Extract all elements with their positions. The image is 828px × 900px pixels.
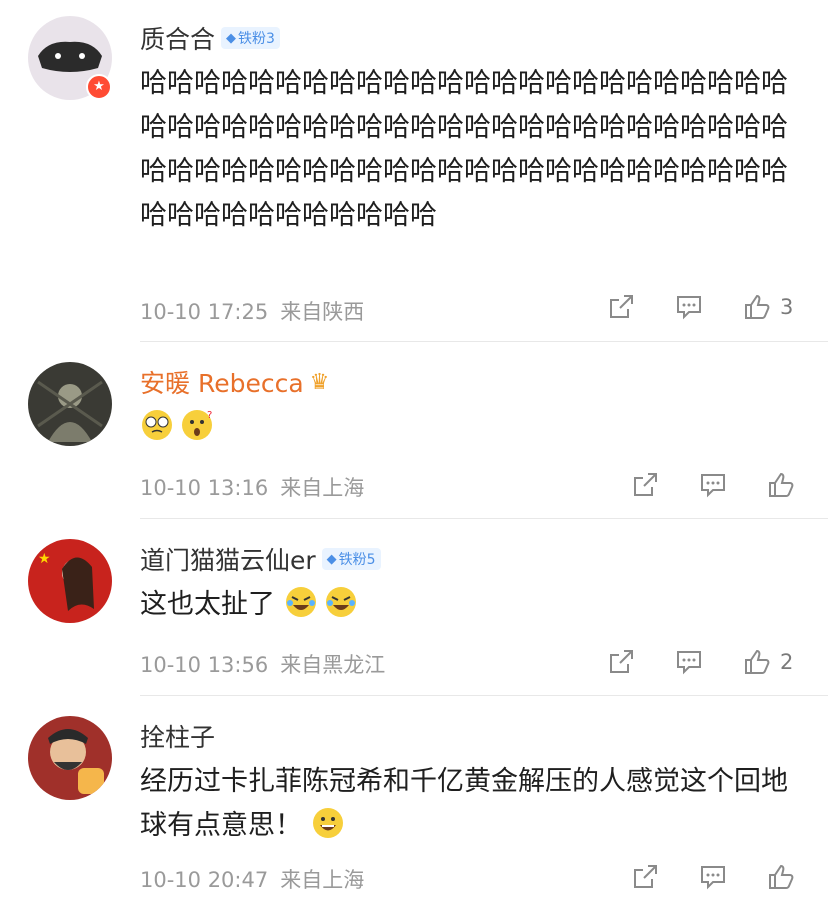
avatar[interactable]: ★ [28, 539, 112, 623]
avatar[interactable] [28, 362, 112, 446]
comment-location: 来自上海 [280, 476, 365, 500]
thumbs-up-icon [769, 472, 794, 497]
comment-button[interactable] [698, 470, 728, 500]
comment-item: 拴柱子 经历过卡扎菲陈冠希和千亿黄金解压的人感觉这个回地球有点意思！ 10-10… [0, 696, 828, 900]
share-icon [610, 650, 633, 673]
comment-icon [677, 296, 701, 320]
comment-time: 10-10 13:56 [140, 653, 269, 677]
svg-text:?: ? [207, 410, 212, 421]
comment-icon [677, 651, 701, 675]
thumbs-up-icon [769, 864, 794, 889]
like-button[interactable]: 2 [742, 647, 793, 677]
comment-icon [701, 474, 725, 498]
share-icon [610, 295, 633, 318]
username[interactable]: 拴柱子 [140, 718, 215, 754]
comment-time: 10-10 17:25 [140, 300, 269, 324]
comment-location: 来自黑龙江 [280, 653, 386, 677]
username[interactable]: 道门猫猫云仙er [140, 541, 316, 577]
comment-item: 安暖 Rebecca ♛ ? 10-10 13:16 来自上海 [0, 342, 828, 518]
like-button[interactable] [766, 470, 796, 500]
comment-text: ? [140, 406, 790, 450]
comment-text: 这也太扯了 [140, 583, 790, 627]
verified-badge-icon: ★ [86, 74, 112, 100]
username[interactable]: 质合合 [140, 20, 215, 56]
share-button[interactable] [630, 862, 660, 892]
svg-text:★: ★ [38, 551, 51, 567]
comment-icon [701, 866, 725, 890]
like-count: 2 [780, 650, 794, 674]
comment-location: 来自陕西 [280, 300, 365, 324]
share-icon [634, 865, 657, 888]
share-button[interactable] [606, 292, 636, 322]
crying-laugh-icon [285, 587, 316, 617]
like-count: 3 [780, 295, 794, 319]
fan-badge: ◆ 铁粉5 [321, 548, 381, 570]
diamond-icon: ◆ [226, 30, 237, 46]
comment-button[interactable] [674, 647, 704, 677]
thumbs-up-icon [745, 294, 770, 319]
dizzy-face-icon [142, 410, 172, 440]
username[interactable]: 安暖 Rebecca [140, 364, 304, 400]
comment-time: 10-10 20:47 [140, 868, 269, 892]
share-icon [634, 473, 657, 496]
confused-face-icon: ? [182, 410, 212, 440]
comment-button[interactable] [698, 862, 728, 892]
avatar[interactable] [28, 716, 112, 800]
share-button[interactable] [630, 470, 660, 500]
comment-time: 10-10 13:16 [140, 476, 269, 500]
grin-face-icon [312, 808, 343, 838]
crying-laugh-icon [325, 587, 356, 617]
comment-location: 来自上海 [280, 868, 365, 892]
comment-meta: 10-10 20:47 来自上海 [140, 864, 376, 894]
like-button[interactable]: 3 [742, 292, 793, 322]
thumbs-up-icon [745, 649, 770, 674]
fan-badge: ◆ 铁粉3 [221, 27, 280, 49]
comment-meta: 10-10 13:56 来自黑龙江 [140, 649, 397, 679]
crown-icon: ♛ [309, 369, 330, 395]
comment-text: 经历过卡扎菲陈冠希和千亿黄金解压的人感觉这个回地球有点意思！ [140, 766, 788, 841]
comment-meta: 10-10 17:25 来自陕西 [140, 296, 376, 326]
share-button[interactable] [606, 647, 636, 677]
comment-meta: 10-10 13:16 来自上海 [140, 472, 376, 502]
comment-text: 哈哈哈哈哈哈哈哈哈哈哈哈哈哈哈哈哈哈哈哈哈哈哈哈哈哈哈哈哈哈哈哈哈哈哈哈哈哈哈哈… [140, 68, 788, 231]
comment-item: ★ 质合合 ◆ 铁粉3 哈哈哈哈哈哈哈哈哈哈哈哈哈哈哈哈哈哈哈哈哈哈哈哈哈哈哈哈哈… [0, 0, 828, 340]
comment-item: ★ 道门猫猫云仙er ◆ 铁粉5 这也太扯了 10-10 13:56 来自黑龙江 2 [0, 519, 828, 695]
comment-button[interactable] [674, 292, 704, 322]
diamond-icon: ◆ [326, 551, 337, 567]
like-button[interactable] [766, 862, 796, 892]
